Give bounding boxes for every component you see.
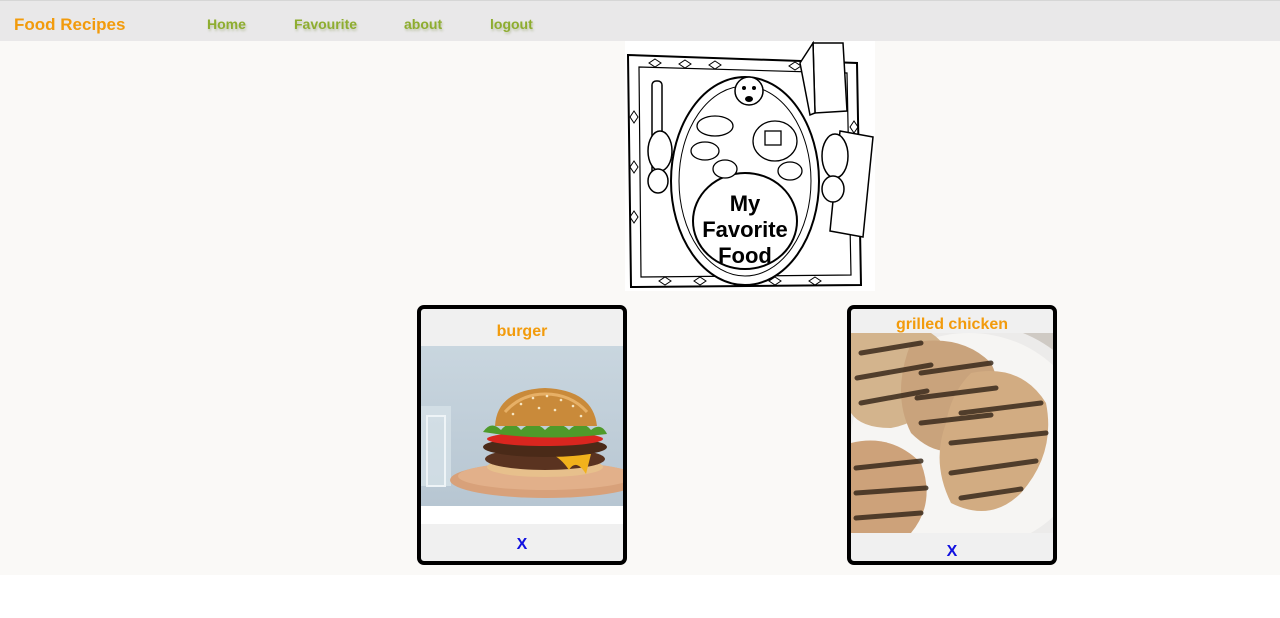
favorite-food-banner-image: My Favorite Food bbox=[625, 40, 875, 291]
brand-title[interactable]: Food Recipes bbox=[14, 15, 125, 35]
card-title: burger bbox=[496, 323, 548, 340]
burger-image bbox=[421, 346, 623, 506]
recipe-card-grilled-chicken: grilled chicken X bbox=[847, 305, 1057, 565]
card-title: grilled chicken bbox=[895, 316, 1009, 333]
banner-text-line-1: My bbox=[730, 191, 761, 216]
banner-text-line-3: Food bbox=[718, 243, 772, 268]
remove-favourite-button[interactable]: X bbox=[421, 536, 623, 554]
remove-favourite-button[interactable]: X bbox=[851, 543, 1053, 561]
top-navbar: Food Recipes Home Favourite about logout bbox=[0, 0, 1280, 41]
recipe-card-burger: burger X bbox=[417, 305, 627, 565]
card-spacer bbox=[421, 506, 623, 524]
nav-link-logout[interactable]: logout bbox=[490, 16, 533, 32]
banner-text-line-2: Favorite bbox=[702, 217, 788, 242]
nav-link-favourite[interactable]: Favourite bbox=[294, 16, 357, 32]
nav-link-about[interactable]: about bbox=[404, 16, 442, 32]
grilled-chicken-image bbox=[851, 323, 1053, 561]
nav-link-home[interactable]: Home bbox=[207, 16, 246, 32]
